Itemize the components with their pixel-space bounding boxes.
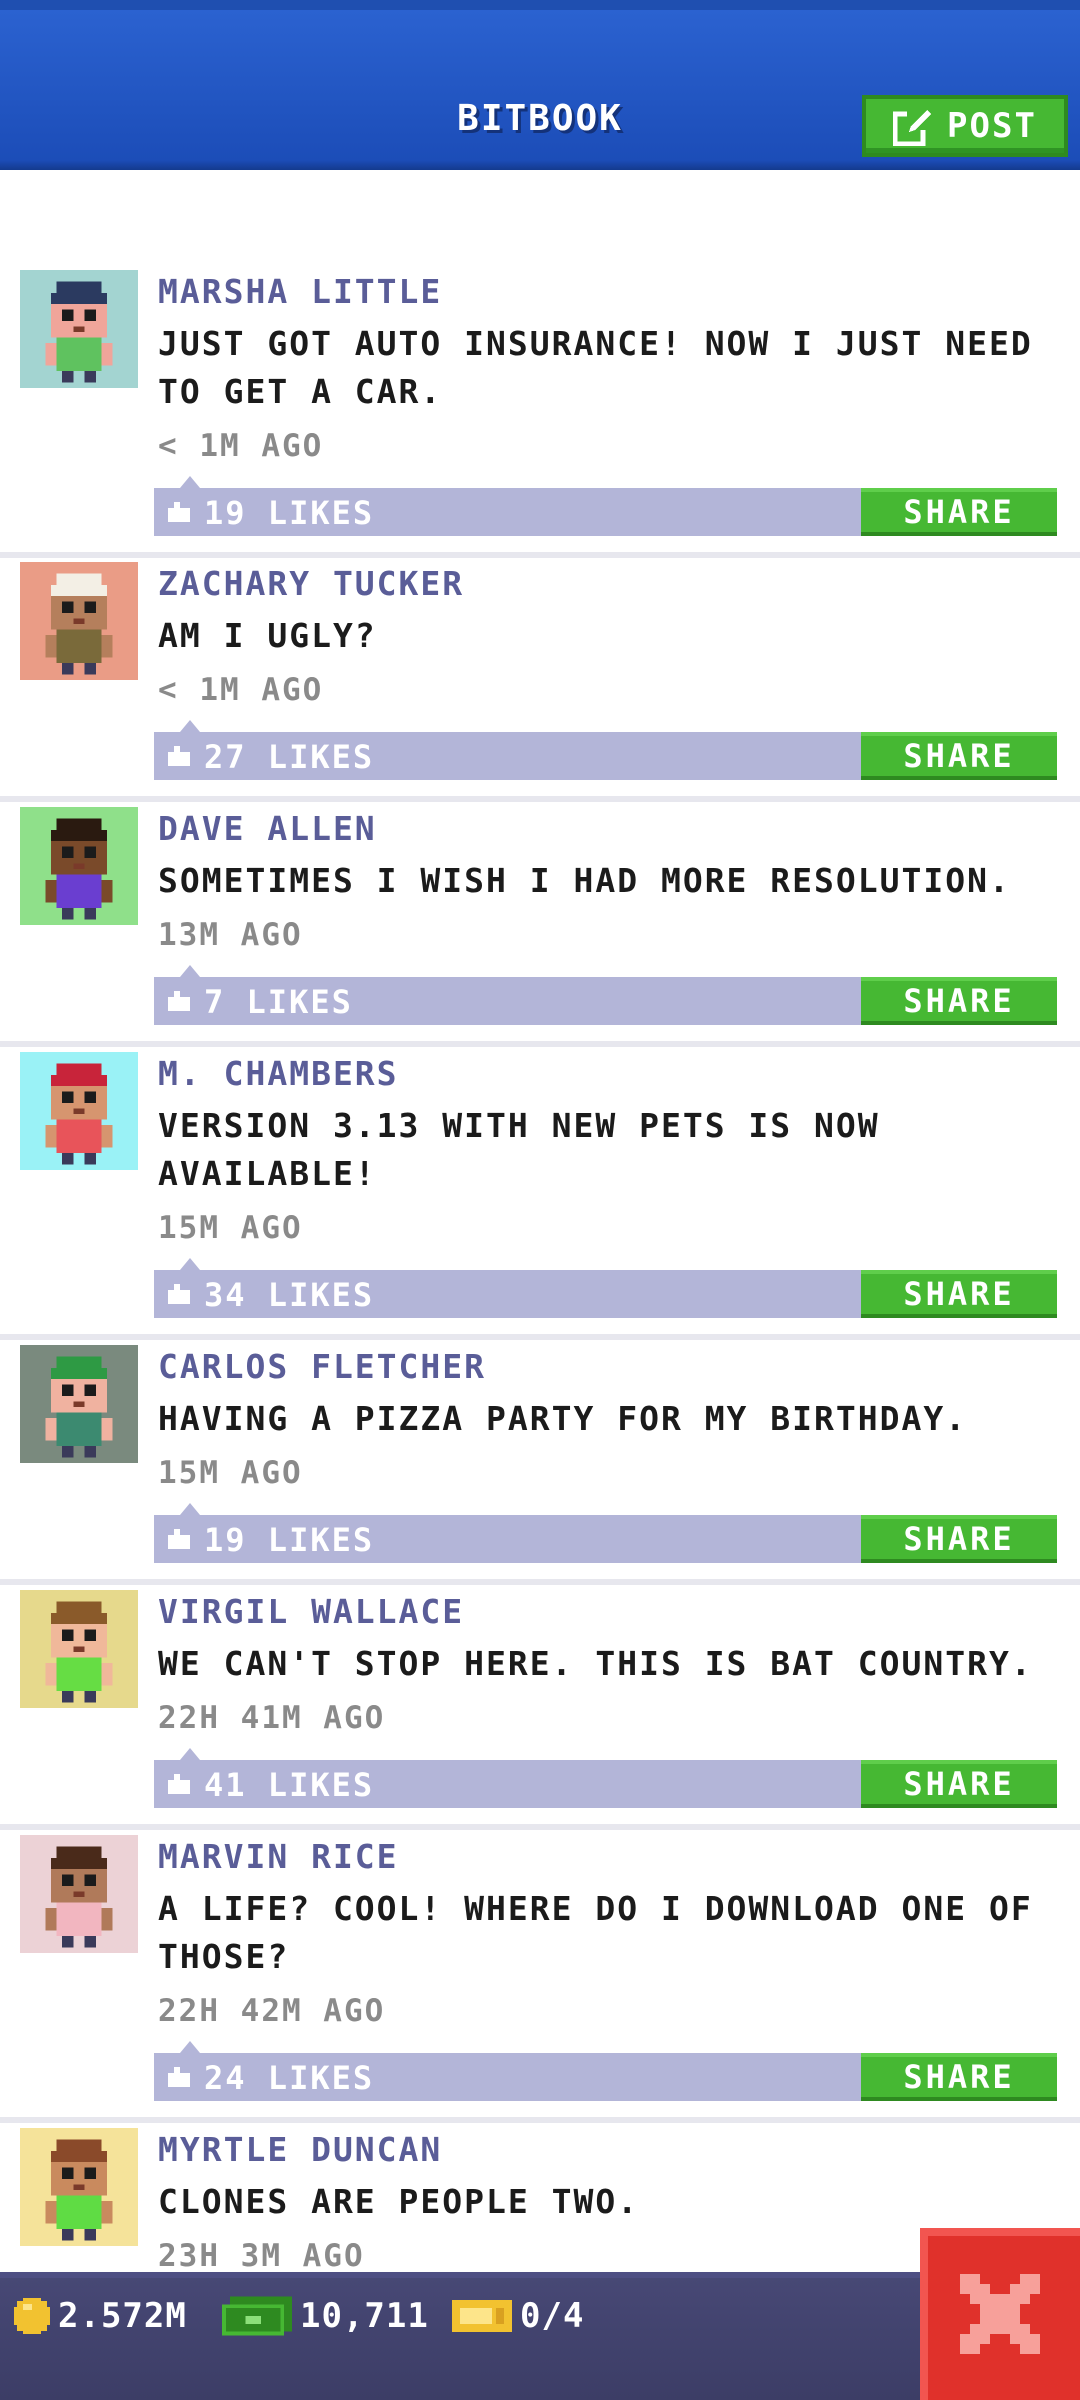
avatar[interactable] bbox=[20, 562, 138, 680]
close-button[interactable] bbox=[920, 2228, 1080, 2400]
close-icon bbox=[960, 2274, 1040, 2354]
feed-post: MYRTLE DUNCAN CLONES ARE PEOPLE TWO. 23H 3… bbox=[0, 2128, 1080, 2270]
pixel-person-icon bbox=[45, 1846, 113, 1948]
feed-post: MARSHA LITTLE JUST GOT AUTO INSURANCE! NO… bbox=[0, 270, 1080, 558]
avatar[interactable] bbox=[20, 270, 138, 388]
post-message: VERSION 3.13 WITH NEW PETS IS NOW AVAILA… bbox=[158, 1106, 880, 1193]
share-button[interactable]: SHARE bbox=[861, 977, 1057, 1025]
post-message: HAVING A PIZZA PARTY FOR MY BIRTHDAY. bbox=[158, 1399, 968, 1438]
share-button[interactable]: SHARE bbox=[861, 2053, 1057, 2101]
post-author[interactable]: MARSHA LITTLE bbox=[158, 272, 442, 311]
likes-bar[interactable]: 19 LIKES SHARE bbox=[154, 1503, 1057, 1563]
avatar[interactable] bbox=[20, 1590, 138, 1708]
likes-bar[interactable]: 41 LIKES SHARE bbox=[154, 1748, 1057, 1808]
share-button[interactable]: SHARE bbox=[861, 1760, 1057, 1808]
thumbs-up-icon bbox=[168, 1284, 190, 1304]
coin-icon bbox=[14, 2298, 50, 2334]
pixel-person-icon bbox=[45, 281, 113, 383]
avatar[interactable] bbox=[20, 2128, 138, 2246]
post-timestamp: 23H 3M AGO bbox=[158, 2238, 365, 2270]
post-author[interactable]: M. CHAMBERS bbox=[158, 1054, 399, 1093]
avatar[interactable] bbox=[20, 1345, 138, 1463]
avatar[interactable] bbox=[20, 807, 138, 925]
pixel-person-icon bbox=[45, 2139, 113, 2241]
share-button[interactable]: SHARE bbox=[861, 732, 1057, 780]
app-header: BITBOOK POST bbox=[0, 0, 1080, 170]
ticket-icon bbox=[452, 2300, 512, 2332]
post-message: CLONES ARE PEOPLE TWO. bbox=[158, 2182, 640, 2221]
post-author[interactable]: CARLOS FLETCHER bbox=[158, 1347, 486, 1386]
likes-count: 27 LIKES bbox=[204, 738, 375, 776]
feed-post: CARLOS FLETCHER HAVING A PIZZA PARTY FOR … bbox=[0, 1345, 1080, 1585]
post-author[interactable]: MARVIN RICE bbox=[158, 1837, 399, 1876]
post-author[interactable]: MYRTLE DUNCAN bbox=[158, 2130, 442, 2169]
tickets-value: 0/4 bbox=[520, 2296, 585, 2336]
post-timestamp: < 1M AGO bbox=[158, 672, 324, 708]
likes-count: 7 LIKES bbox=[204, 983, 353, 1021]
bux-stat: 10,711 bbox=[222, 2296, 429, 2336]
feed-post: VIRGIL WALLACE WE CAN'T STOP HERE. THIS I… bbox=[0, 1590, 1080, 1830]
post-author[interactable]: ZACHARY TUCKER bbox=[158, 564, 464, 603]
likes-bar[interactable]: 34 LIKES SHARE bbox=[154, 1258, 1057, 1318]
thumbs-up-icon bbox=[168, 502, 190, 522]
pixel-person-icon bbox=[45, 1601, 113, 1703]
likes-count: 41 LIKES bbox=[204, 1766, 375, 1804]
likes-count: 19 LIKES bbox=[204, 1521, 375, 1559]
likes-bar[interactable]: 19 LIKES SHARE bbox=[154, 476, 1057, 536]
feed-post: DAVE ALLEN SOMETIMES I WISH I HAD MORE RE… bbox=[0, 807, 1080, 1047]
post-message: WE CAN'T STOP HERE. THIS IS BAT COUNTRY. bbox=[158, 1644, 1033, 1683]
post-message: AM I UGLY? bbox=[158, 616, 377, 655]
post-author[interactable]: DAVE ALLEN bbox=[158, 809, 377, 848]
post-timestamp: < 1M AGO bbox=[158, 428, 324, 464]
feed-post: M. CHAMBERS VERSION 3.13 WITH NEW PETS IS… bbox=[0, 1052, 1080, 1340]
post-message: A LIFE? COOL! WHERE DO I DOWNLOAD ONE OF… bbox=[158, 1889, 1033, 1976]
coins-value: 2.572M bbox=[58, 2296, 187, 2336]
post-timestamp: 15M AGO bbox=[158, 1455, 303, 1491]
post-button[interactable]: POST bbox=[862, 95, 1068, 157]
thumbs-up-icon bbox=[168, 746, 190, 766]
compose-icon bbox=[893, 110, 932, 146]
post-timestamp: 22H 41M AGO bbox=[158, 1700, 386, 1736]
likes-bar[interactable]: 7 LIKES SHARE bbox=[154, 965, 1057, 1025]
feed-post: ZACHARY TUCKER AM I UGLY? < 1M AGO 27 LIKES… bbox=[0, 562, 1080, 802]
thumbs-up-icon bbox=[168, 991, 190, 1011]
post-author[interactable]: VIRGIL WALLACE bbox=[158, 1592, 464, 1631]
tickets-stat: 0/4 bbox=[452, 2296, 584, 2336]
pixel-person-icon bbox=[45, 1063, 113, 1165]
post-timestamp: 22H 42M AGO bbox=[158, 1993, 386, 2029]
avatar[interactable] bbox=[20, 1052, 138, 1170]
pixel-person-icon bbox=[45, 1356, 113, 1458]
bux-value: 10,711 bbox=[300, 2296, 429, 2336]
pixel-person-icon bbox=[45, 818, 113, 920]
post-timestamp: 13M AGO bbox=[158, 917, 303, 953]
feed-post: MARVIN RICE A LIFE? COOL! WHERE DO I DOWN… bbox=[0, 1835, 1080, 2123]
post-message: SOMETIMES I WISH I HAD MORE RESOLUTION. bbox=[158, 861, 1011, 900]
thumbs-up-icon bbox=[168, 1529, 190, 1549]
pixel-person-icon bbox=[45, 573, 113, 675]
status-bar: 2.572M 10,711 0/4 bbox=[0, 2272, 1080, 2400]
coins-stat: 2.572M bbox=[14, 2296, 187, 2336]
post-message: JUST GOT AUTO INSURANCE! NOW I JUST NEED… bbox=[158, 324, 1033, 411]
share-button[interactable]: SHARE bbox=[861, 488, 1057, 536]
thumbs-up-icon bbox=[168, 1774, 190, 1794]
likes-bar[interactable]: 27 LIKES SHARE bbox=[154, 720, 1057, 780]
thumbs-up-icon bbox=[168, 2067, 190, 2087]
likes-count: 24 LIKES bbox=[204, 2059, 375, 2097]
likes-count: 19 LIKES bbox=[204, 494, 375, 532]
avatar[interactable] bbox=[20, 1835, 138, 1953]
post-timestamp: 15M AGO bbox=[158, 1210, 303, 1246]
likes-count: 34 LIKES bbox=[204, 1276, 375, 1314]
share-button[interactable]: SHARE bbox=[861, 1515, 1057, 1563]
post-button-label: POST bbox=[947, 106, 1037, 146]
likes-bar[interactable]: 24 LIKES SHARE bbox=[154, 2041, 1057, 2101]
bux-icon bbox=[222, 2296, 292, 2336]
bitbook-feed[interactable]: MARSHA LITTLE JUST GOT AUTO INSURANCE! NO… bbox=[0, 170, 1080, 2270]
share-button[interactable]: SHARE bbox=[861, 1270, 1057, 1318]
